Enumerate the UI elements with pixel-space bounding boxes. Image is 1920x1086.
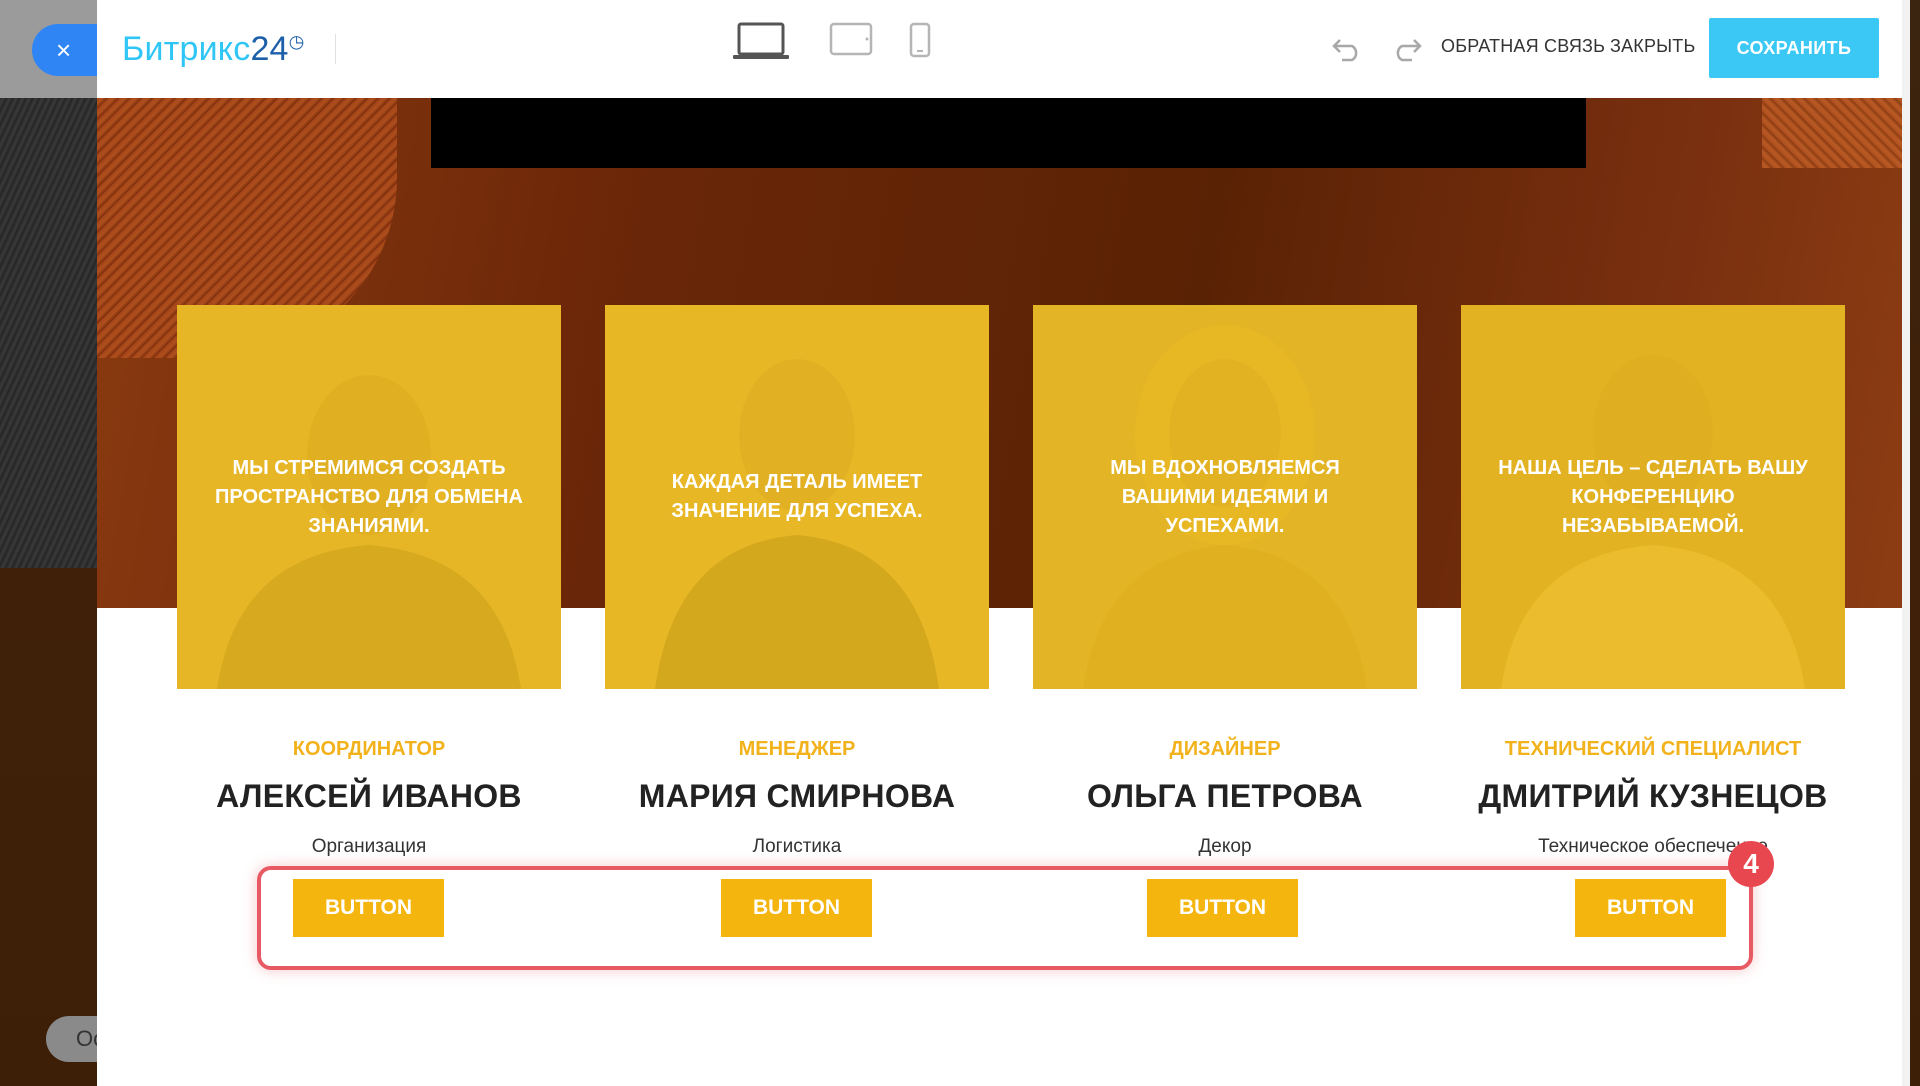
team-card: НАША ЦЕЛЬ – СДЕЛАТЬ ВАШУ КОНФЕРЕНЦИЮ НЕЗ… [1461,305,1845,689]
member-department: Организация [311,836,427,857]
bitrix24-logo: Битрикс24◷ [122,30,305,68]
close-link[interactable]: ЗАКРЫТЬ [1610,36,1696,57]
card-quote: КАЖДАЯ ДЕТАЛЬ ИМЕЕТ ЗНАЧЕНИЕ ДЛЯ УСПЕХА. [671,471,923,522]
member-department: Декор [1198,836,1252,857]
laptop-icon[interactable] [733,22,789,62]
redo-icon[interactable] [1392,34,1422,62]
clock-icon: ◷ [288,31,305,52]
member-name: МАРИЯ СМИРНОВА [638,778,956,814]
member-name: ОЛЬГА ПЕТРОВА [1087,778,1363,814]
member-name: ДМИТРИЙ КУЗНЕЦОВ [1478,778,1828,814]
member-role: ДИЗАЙНЕР [1169,738,1281,760]
landing-editor-panel: Битрикс24◷ ОБРАТНАЯ СВЯЗЬ ЗАКРЫТЬ СОХРАН… [97,0,1910,1086]
feedback-link[interactable]: ОБРАТНАЯ СВЯЗЬ [1441,36,1605,57]
team-card: МЫ СТРЕМИМСЯ СОЗДАТЬ ПРОСТРАНСТВО ДЛЯ ОБ… [177,305,561,689]
editor-topbar: Битрикс24◷ ОБРАТНАЯ СВЯЗЬ ЗАКРЫТЬ СОХРАН… [97,0,1910,98]
scrollbar[interactable] [1902,0,1910,1086]
member-role: МЕНЕДЖЕР [738,738,856,760]
member-role: КООРДИНАТОР [292,738,446,760]
undo-icon[interactable] [1332,34,1362,62]
card-quote: МЫ ВДОХНОВЛЯЕМСЯ ВАШИМИ ИДЕЯМИ И УСПЕХАМ… [1110,456,1340,537]
decor-texture-right [1762,98,1902,168]
member-department: Техническое обеспечение [1538,836,1768,857]
highlight-frame [257,866,1753,970]
save-button[interactable]: СОХРАНИТЬ [1709,18,1879,78]
divider [335,34,336,64]
step-marker: 4 [1728,841,1774,887]
team-card: МЫ ВДОХНОВЛЯЕМСЯ ВАШИМИ ИДЕЯМИ И УСПЕХАМ… [1033,305,1417,689]
team-card: КАЖДАЯ ДЕТАЛЬ ИМЕЕТ ЗНАЧЕНИЕ ДЛЯ УСПЕХА. [605,305,989,689]
close-icon: × [56,34,72,65]
member-department: Логистика [752,836,842,857]
video-block [431,98,1586,168]
tablet-icon[interactable] [829,22,873,56]
member-role: ТЕХНИЧЕСКИЙ СПЕЦИАЛИСТ [1504,738,1802,760]
phone-icon[interactable] [909,22,931,58]
card-quote: НАША ЦЕЛЬ – СДЕЛАТЬ ВАШУ КОНФЕРЕНЦИЮ НЕЗ… [1498,456,1808,537]
card-quote: МЫ СТРЕМИМСЯ СОЗДАТЬ ПРОСТРАНСТВО ДЛЯ ОБ… [215,456,523,537]
member-name: АЛЕКСЕЙ ИВАНОВ [216,778,522,814]
